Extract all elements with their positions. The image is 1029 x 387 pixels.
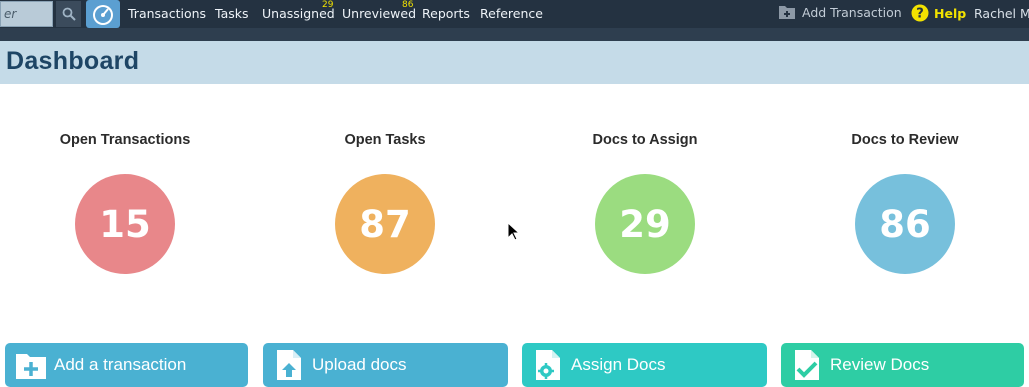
title-bar: Dashboard bbox=[0, 41, 1029, 84]
add-transaction-button[interactable]: Add a transaction bbox=[5, 343, 248, 387]
upload-docs-button-label: Upload docs bbox=[312, 355, 407, 374]
stat-label: Open Transactions bbox=[59, 132, 191, 148]
top-navigation-bar: er Transactions Tasks Unassigned 29 Unre… bbox=[0, 0, 1029, 28]
unreviewed-count-badge: 86 bbox=[402, 0, 414, 10]
search-input[interactable]: er bbox=[0, 1, 53, 27]
upload-docs-button[interactable]: Upload docs bbox=[263, 343, 508, 387]
file-upload-icon bbox=[272, 348, 306, 382]
unassigned-count-badge: 29 bbox=[322, 0, 334, 10]
svg-text:?: ? bbox=[916, 7, 924, 22]
stat-label: Docs to Review bbox=[851, 132, 959, 148]
docs-to-assign-stat: Docs to Assign 29 bbox=[525, 132, 765, 274]
docs-to-review-count[interactable]: 86 bbox=[855, 174, 955, 274]
question-circle-icon: ? bbox=[911, 4, 929, 22]
mouse-pointer-icon bbox=[507, 222, 519, 241]
stat-label: Docs to Assign bbox=[592, 132, 698, 148]
open-tasks-stat: Open Tasks 87 bbox=[265, 132, 505, 274]
page-title: Dashboard bbox=[6, 47, 140, 75]
nav-unreviewed[interactable]: Unreviewed 86 bbox=[342, 0, 416, 21]
add-transaction-link[interactable]: Add Transaction bbox=[778, 4, 902, 20]
nav-tasks[interactable]: Tasks bbox=[215, 6, 249, 21]
add-transaction-button-label: Add a transaction bbox=[54, 355, 187, 374]
nav-reports[interactable]: Reports bbox=[422, 6, 470, 21]
file-gear-icon bbox=[531, 348, 565, 382]
help-link[interactable]: ? Help bbox=[911, 4, 966, 22]
nav-transactions[interactable]: Transactions bbox=[128, 6, 206, 21]
docs-to-review-stat: Docs to Review 86 bbox=[785, 132, 1025, 274]
assign-docs-button-label: Assign Docs bbox=[571, 355, 666, 374]
help-label: Help bbox=[934, 5, 967, 21]
open-transactions-stat: Open Transactions 15 bbox=[5, 132, 245, 274]
review-docs-button[interactable]: Review Docs bbox=[781, 343, 1024, 387]
speedometer-icon bbox=[93, 5, 113, 25]
add-transaction-label: Add Transaction bbox=[802, 4, 902, 20]
folder-plus-icon bbox=[779, 6, 795, 19]
assign-docs-button[interactable]: Assign Docs bbox=[522, 343, 767, 387]
nav-unassigned[interactable]: Unassigned 29 bbox=[262, 0, 335, 21]
open-tasks-count[interactable]: 87 bbox=[335, 174, 435, 274]
user-menu[interactable]: Rachel M. bbox=[974, 6, 1029, 21]
secondary-bar bbox=[0, 28, 1029, 41]
folder-plus-icon bbox=[14, 348, 48, 382]
file-check-icon bbox=[790, 348, 824, 382]
open-transactions-count[interactable]: 15 bbox=[75, 174, 175, 274]
docs-to-assign-count[interactable]: 29 bbox=[595, 174, 695, 274]
search-button[interactable] bbox=[56, 1, 81, 27]
search-icon bbox=[62, 7, 76, 21]
nav-reference[interactable]: Reference bbox=[480, 6, 543, 21]
dashboard-home-button[interactable] bbox=[86, 0, 120, 28]
review-docs-button-label: Review Docs bbox=[830, 355, 930, 374]
stat-label: Open Tasks bbox=[344, 132, 426, 148]
